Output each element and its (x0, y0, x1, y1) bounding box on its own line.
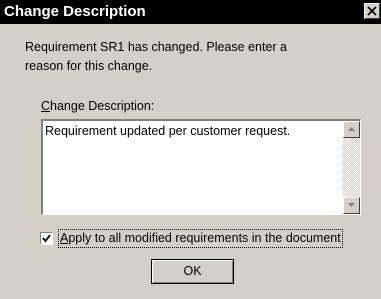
label-mnemonic: C (41, 99, 51, 113)
scroll-up-button[interactable] (343, 121, 360, 138)
apply-label-text: pply to all modified requirements in the… (68, 231, 341, 245)
ok-button[interactable]: OK (151, 259, 234, 284)
arrow-up-icon (348, 127, 355, 131)
change-description-dialog: Change Description Requirement SR1 has c… (0, 0, 381, 299)
close-icon (367, 6, 377, 16)
change-description-textarea[interactable]: Requirement updated per customer request… (41, 119, 361, 215)
message-text: Requirement SR1 has changed. Please ente… (25, 38, 365, 76)
arrow-down-icon (348, 203, 355, 207)
textarea-value: Requirement updated per customer request… (45, 124, 291, 138)
apply-all-checkbox[interactable] (40, 232, 53, 245)
change-description-label: Change Description: (41, 99, 154, 113)
label-text: hange Description: (50, 99, 155, 113)
dialog-title: Change Description (4, 3, 146, 20)
message-line-2: reason for this change. (25, 59, 153, 73)
checkmark-icon (42, 234, 51, 243)
close-button[interactable] (364, 3, 380, 19)
vertical-scrollbar[interactable] (343, 121, 360, 214)
scroll-down-button[interactable] (343, 197, 360, 214)
message-line-1: Requirement SR1 has changed. Please ente… (25, 40, 287, 54)
title-bar[interactable]: Change Description (0, 0, 381, 24)
apply-all-label[interactable]: Apply to all modified requirements in th… (58, 229, 343, 248)
